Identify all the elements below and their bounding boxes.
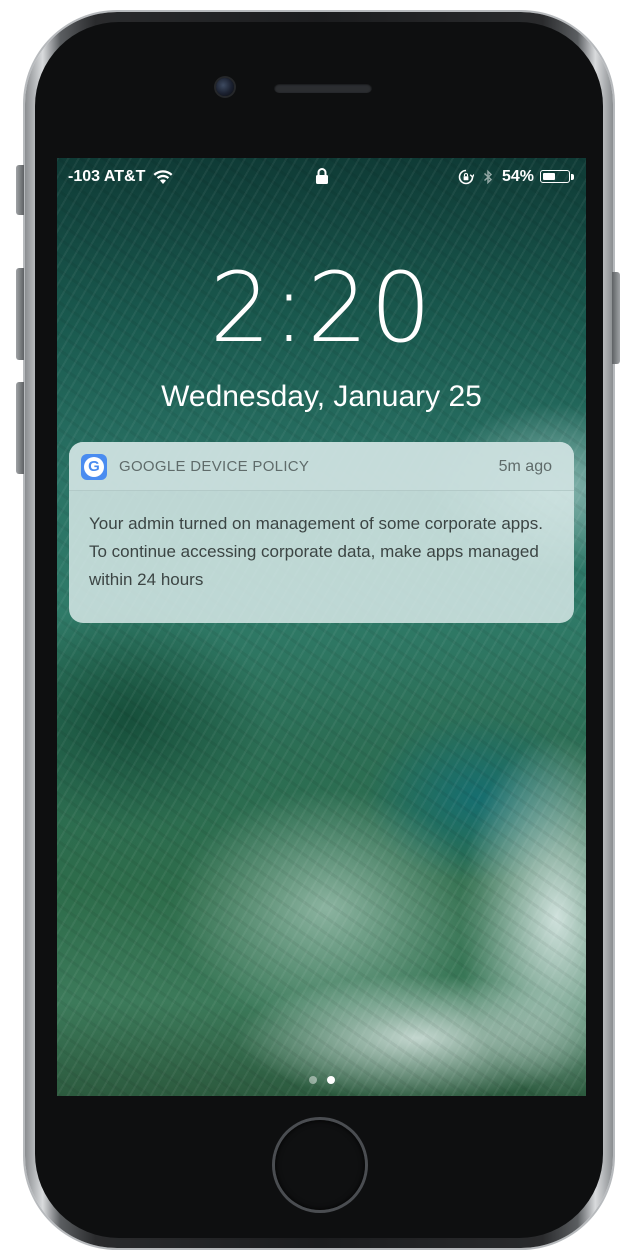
google-g-icon: G bbox=[84, 457, 104, 477]
page-dot bbox=[326, 1076, 335, 1084]
wifi-icon bbox=[153, 170, 173, 184]
notification-message: Your admin turned on management of some … bbox=[89, 514, 543, 589]
earpiece-speaker bbox=[274, 83, 372, 93]
notification-header: G GOOGLE DEVICE POLICY 5m ago bbox=[69, 442, 574, 491]
home-button[interactable] bbox=[275, 1120, 365, 1210]
device-mockup: -103 AT&T 54% 2:20 Wednesday, January 25… bbox=[0, 0, 636, 1258]
volume-up-button bbox=[16, 268, 24, 360]
battery-icon bbox=[540, 169, 576, 185]
battery-body bbox=[540, 170, 570, 183]
front-camera bbox=[216, 78, 234, 96]
mute-switch bbox=[16, 165, 24, 215]
lock-screen-date: Wednesday, January 25 bbox=[161, 380, 482, 413]
carrier-label: -103 AT&T bbox=[68, 168, 146, 185]
notification-app-name: GOOGLE DEVICE POLICY bbox=[119, 458, 310, 475]
page-indicator bbox=[57, 1076, 586, 1084]
volume-down-button bbox=[16, 382, 24, 474]
lock-screen: -103 AT&T 54% 2:20 Wednesday, January 25… bbox=[57, 158, 586, 1096]
power-button bbox=[612, 272, 620, 364]
battery-percent: 54% bbox=[501, 168, 534, 185]
lock-screen-time: 2:20 bbox=[209, 252, 434, 364]
carrier-group: -103 AT&T bbox=[68, 168, 174, 186]
bluetooth-icon bbox=[483, 169, 493, 185]
status-bar: -103 AT&T 54% bbox=[57, 158, 586, 198]
lock-icon bbox=[316, 168, 328, 184]
notification-timestamp: 5m ago bbox=[498, 458, 552, 475]
battery-tip bbox=[571, 174, 574, 180]
status-right-group: 54% bbox=[458, 168, 576, 186]
google-device-policy-app-icon: G bbox=[81, 454, 107, 480]
page-dot bbox=[308, 1076, 317, 1084]
battery-fill bbox=[543, 173, 555, 180]
rotation-lock-icon bbox=[458, 169, 474, 185]
notification-card[interactable]: G GOOGLE DEVICE POLICY 5m ago Your admin… bbox=[69, 442, 574, 623]
